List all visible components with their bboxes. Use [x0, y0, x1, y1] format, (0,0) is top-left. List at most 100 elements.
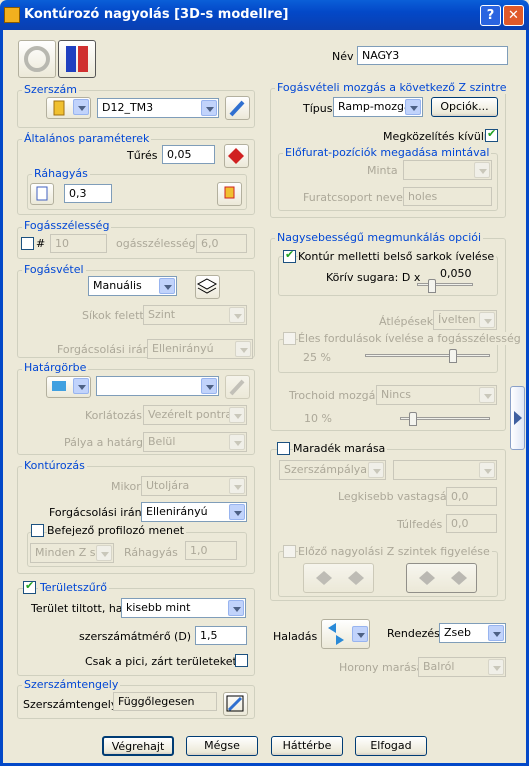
horony-select[interactable]: Balról [418, 657, 506, 677]
rahagyas-legend: Ráhagyás [32, 167, 90, 180]
furatcsoport-label: Furatcsoport neve [303, 191, 403, 204]
nagysebessegu-legend: Nagysebességű megmunkálás opciói [275, 231, 484, 244]
component-allowance-icon[interactable] [217, 182, 242, 206]
sikok-select[interactable]: Szint [143, 305, 247, 325]
recycle-icon[interactable] [18, 40, 56, 78]
legkisebb-input[interactable]: 0,0 [446, 487, 497, 506]
befejezo-checkbox[interactable] [31, 524, 44, 537]
tool-type-icon[interactable] [46, 97, 91, 119]
tool-axis-icon[interactable] [223, 692, 248, 716]
atmero-input[interactable]: 1,5 [195, 626, 247, 645]
k-irany-select[interactable]: Ellenirányú [141, 502, 247, 522]
koriv-slider-track [417, 283, 473, 286]
hash-label: # [36, 237, 46, 250]
maradek-label: Maradék marása [293, 442, 388, 455]
tipus-label: Típus [303, 102, 333, 115]
elozo-checkbox[interactable] [283, 545, 296, 558]
szerszamtengely-label: Szerszámtengely [23, 698, 118, 711]
elfogad-button[interactable]: Elfogad [355, 736, 427, 756]
fogasszelesseg-checkbox[interactable] [21, 237, 34, 250]
strategy-icon[interactable] [58, 40, 96, 78]
minta-select[interactable] [403, 160, 492, 180]
fogasvetel-select[interactable]: Manuális [88, 276, 177, 296]
trochoid-pct: 10 % [304, 412, 332, 425]
boundary-type-icon[interactable] [46, 376, 91, 398]
mikor-select[interactable]: Utoljára [141, 476, 247, 496]
elofurat-legend: Előfurat-pozíciók megadása mintával [283, 146, 492, 159]
trochoid-select[interactable]: Nincs [376, 385, 497, 405]
atlepesek-select[interactable]: Ívelten [433, 310, 497, 330]
nev-label: Név [332, 50, 354, 63]
horony-label: Horony marása [339, 661, 424, 674]
fv-irany-label: Forgácsolási irány [57, 343, 157, 356]
nev-input[interactable]: NAGY3 [357, 46, 508, 65]
expand-tab[interactable] [510, 386, 525, 450]
kontur-checkbox[interactable] [283, 248, 296, 263]
help-button[interactable]: ? [480, 5, 501, 26]
rahagyas-input[interactable]: 0,3 [64, 184, 112, 203]
csak-checkbox[interactable] [235, 654, 248, 667]
konturozas-legend: Kontúrozás [22, 459, 87, 472]
fv-irany-select[interactable]: Ellenirányú [147, 339, 253, 359]
atmero-label: szerszámátmérő (D) x [79, 630, 202, 643]
koriv-slider[interactable] [428, 279, 436, 293]
fogasvetel-legend: Fogásvétel [22, 263, 86, 276]
tulfedes-input[interactable]: 0,0 [446, 514, 497, 533]
elozo-label: Előző nagyolási Z szintek figyelése [298, 545, 492, 558]
eles-checkbox[interactable] [283, 332, 296, 345]
fogas-count-input[interactable]: 10 [50, 234, 107, 253]
hatargorbe-select[interactable] [96, 376, 219, 396]
tures-label: Tűrés [127, 149, 158, 162]
maradek-tipus-select[interactable]: Szerszámpálya [279, 460, 386, 480]
szerszamtengely-field: Függőlegesen [113, 692, 217, 711]
haladas-label: Haladás [273, 630, 318, 643]
maradek-tipus2-select[interactable] [393, 460, 497, 480]
kontur-label: Kontúr melletti belső sarkok ívelése [298, 250, 497, 263]
maradek-checkbox[interactable] [277, 442, 290, 455]
eles-slider[interactable] [449, 349, 457, 363]
hatargorbe-legend: Határgörbe [22, 361, 89, 374]
previous-z-on-icon[interactable] [406, 563, 477, 593]
tiltott-label: Terület tiltott, ha [31, 602, 123, 615]
fogasszelesseg-legend: Fogásszélesség [22, 219, 112, 232]
haladas-select[interactable] [321, 619, 370, 649]
megkozelites-checkbox[interactable] [485, 127, 498, 142]
szerszam-legend: Szerszám [22, 83, 80, 96]
minden-select[interactable]: Minden Z szin [30, 543, 114, 563]
rendezes-select[interactable]: Zseb [439, 623, 506, 643]
szerszamtengely-legend: Szerszámtengely [22, 678, 121, 691]
furatcsoport-input[interactable]: holes [403, 187, 492, 206]
previous-z-off-icon[interactable] [303, 563, 374, 593]
befejezo-label: Befejező profilozó menet [47, 524, 187, 537]
csak-label: Csak a pici, zárt területeket [85, 655, 237, 668]
tool-select[interactable]: D12_TM3 [97, 98, 219, 118]
megse-button[interactable]: Mégse [186, 736, 258, 756]
k-rahagyas-input[interactable]: 1,0 [185, 541, 237, 560]
korlatozas-label: Korlátozás [85, 409, 143, 422]
allowance-icon[interactable] [30, 183, 54, 205]
tiltott-select[interactable]: kisebb mint [121, 598, 246, 618]
tulfedes-label: Túlfedés [397, 518, 443, 531]
eles-slider-track [365, 354, 490, 357]
trochoid-slider[interactable] [409, 412, 417, 426]
fogasszelesseg-input[interactable]: 6,0 [196, 234, 247, 253]
app-icon [4, 7, 20, 23]
rendezes-label: Rendezés [387, 627, 440, 640]
fogasveteli-legend: Fogásvételi mozgás a következő Z szintre [275, 81, 509, 94]
tipus-select[interactable]: Ramp-mozgás [333, 97, 423, 117]
teruletszuro-checkbox[interactable] [23, 579, 36, 594]
opciok-button[interactable]: Opciók... [431, 97, 498, 117]
tures-input[interactable]: 0,05 [162, 145, 215, 164]
edit-tool-icon[interactable] [225, 96, 250, 120]
palya-select[interactable]: Belül [143, 432, 247, 452]
koriv-value: 0,050 [440, 267, 472, 280]
tolerance-icon[interactable] [224, 144, 249, 168]
vegrehajt-button[interactable]: Végrehajt [102, 736, 174, 756]
korlatozas-select[interactable]: Vezérelt pontra [143, 405, 247, 425]
eles-label: Éles fordulások ívelése a fogásszélesség [298, 332, 523, 345]
eles-pct: 25 % [303, 351, 331, 364]
layers-icon[interactable] [195, 275, 220, 299]
hatterbe-button[interactable]: Háttérbe [271, 736, 343, 756]
close-button[interactable]: ✕ [503, 5, 524, 26]
edit-boundary-icon[interactable] [225, 375, 250, 399]
